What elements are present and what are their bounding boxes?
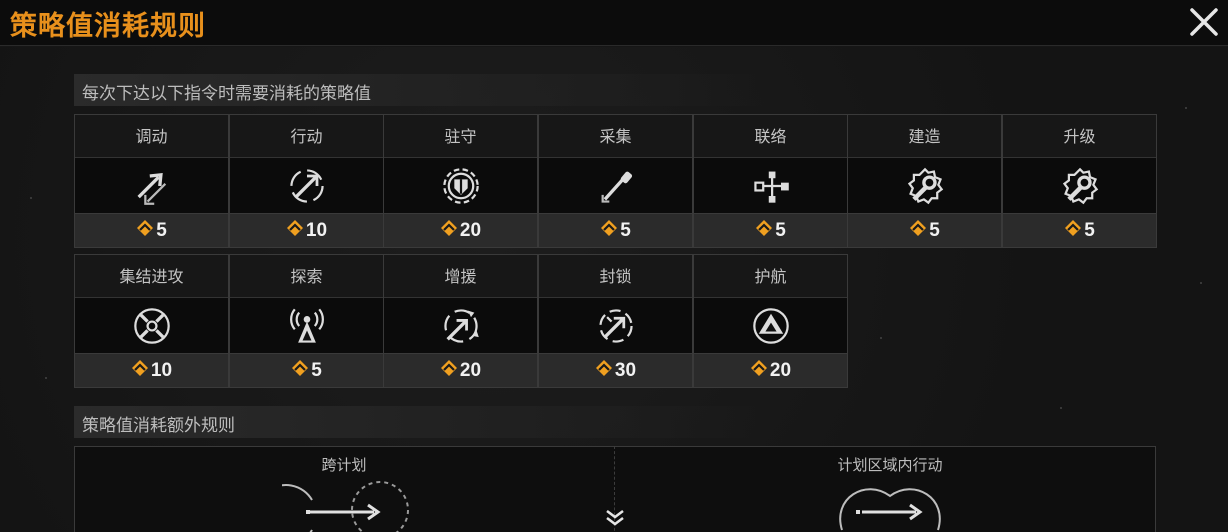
- command-cell: 联络 5: [693, 114, 848, 248]
- strategy-point-icon: [909, 219, 929, 243]
- strategy-point-icon: [286, 219, 306, 243]
- section-heading-costs: 每次下达以下指令时需要消耗的策略值: [74, 74, 774, 106]
- cost-value: 20: [769, 359, 792, 381]
- network-icon: [753, 171, 789, 203]
- command-label: 联络: [694, 115, 847, 158]
- cost-value: 5: [775, 219, 786, 241]
- close-icon[interactable]: [1188, 6, 1220, 38]
- command-cost: 5: [1003, 213, 1156, 247]
- cost-value: 5: [1084, 219, 1095, 241]
- command-cell: 护航 20: [693, 254, 848, 388]
- command-cell: 驻守 20: [383, 114, 538, 248]
- command-label: 集结进攻: [75, 255, 228, 298]
- title-bar: 策略值消耗规则: [0, 0, 1228, 46]
- command-label: 探索: [230, 255, 383, 298]
- explore-signal-icon: [289, 308, 324, 343]
- command-cost: 5: [848, 213, 1001, 247]
- command-cell: 建造 5: [847, 114, 1002, 248]
- strategy-point-icon: [1064, 219, 1084, 243]
- escort-icon: [752, 307, 789, 344]
- move-arrow-icon: [136, 172, 166, 205]
- strategy-point-icon: [291, 359, 311, 383]
- command-cell: 封锁 30: [538, 254, 693, 388]
- command-label: 建造: [848, 115, 1001, 158]
- command-cost: 20: [384, 353, 537, 387]
- action-target-icon: [289, 168, 324, 203]
- command-cost: 5: [75, 213, 228, 247]
- command-cell: 探索 5: [229, 254, 384, 388]
- command-cost: 10: [75, 353, 228, 387]
- strategy-point-icon: [750, 359, 770, 383]
- reinforce-icon: [443, 308, 479, 343]
- cost-value: 20: [459, 359, 482, 381]
- strategy-point-icon: [440, 219, 460, 243]
- command-cost: 10: [230, 213, 383, 247]
- page-title: 策略值消耗规则: [10, 11, 206, 42]
- command-cost: 30: [539, 353, 692, 387]
- rally-attack-icon: [133, 307, 170, 344]
- cost-value: 5: [156, 219, 167, 241]
- command-label: 增援: [384, 255, 537, 298]
- strategy-point-icon: [136, 219, 156, 243]
- command-cell: 采集 5: [538, 114, 693, 248]
- cost-value: 10: [150, 359, 173, 381]
- cost-value: 5: [311, 359, 322, 381]
- command-label: 调动: [75, 115, 228, 158]
- command-cell: 行动 10: [229, 114, 384, 248]
- command-cell: 调动 5: [74, 114, 229, 248]
- strategy-point-icon: [595, 359, 615, 383]
- command-cell: 集结进攻 10: [74, 254, 229, 388]
- command-cost: 20: [384, 213, 537, 247]
- command-label: 采集: [539, 115, 692, 158]
- extra-rule-in-plan-area-label: 计划区域内行动: [837, 456, 943, 474]
- scroll-down-chevron-icon[interactable]: [604, 506, 626, 528]
- cost-value: 20: [459, 219, 482, 241]
- command-cost: 20: [694, 353, 847, 387]
- command-label: 封锁: [539, 255, 692, 298]
- in-plan-area-icon: [839, 488, 941, 531]
- command-cost: 5: [694, 213, 847, 247]
- extra-rule-cross-plan-label: 跨计划: [321, 456, 367, 474]
- command-cost: 5: [539, 213, 692, 247]
- build-wrench-icon: [907, 167, 943, 204]
- command-cost: 5: [230, 353, 383, 387]
- strategy-point-icon: [600, 219, 620, 243]
- cost-value: 30: [614, 359, 637, 381]
- section-heading-extra: 策略值消耗额外规则: [74, 406, 774, 438]
- command-label: 行动: [230, 115, 383, 158]
- command-label: 护航: [694, 255, 847, 298]
- command-label: 升级: [1003, 115, 1156, 158]
- strategy-point-icon: [131, 359, 151, 383]
- garrison-shield-icon: [442, 167, 479, 204]
- cross-plan-icon: [282, 481, 409, 532]
- blockade-icon: [598, 308, 633, 343]
- upgrade-wrench-icon: [1062, 167, 1098, 204]
- command-label: 驻守: [384, 115, 537, 158]
- gather-shovel-icon: [601, 171, 632, 203]
- cost-value: 5: [929, 219, 940, 241]
- command-cell: 升级 5: [1002, 114, 1157, 248]
- command-cell: 增援 20: [383, 254, 538, 388]
- cost-value: 10: [305, 219, 328, 241]
- strategy-point-icon: [440, 359, 460, 383]
- strategy-point-icon: [755, 219, 775, 243]
- cost-value: 5: [620, 219, 631, 241]
